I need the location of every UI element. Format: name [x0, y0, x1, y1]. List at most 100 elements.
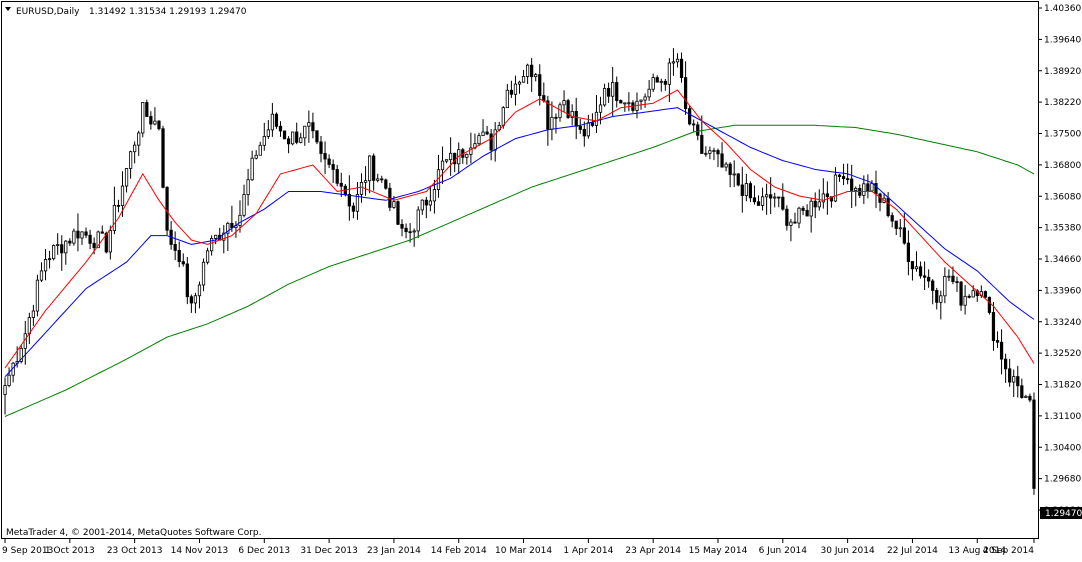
candle-body [266, 129, 270, 137]
candle-body [396, 201, 400, 225]
candle [1032, 392, 1036, 495]
candle-body [675, 58, 680, 63]
candle-body [663, 80, 667, 85]
current-price-tag: 1.29470 [1040, 507, 1082, 519]
candle-body [1004, 358, 1008, 370]
candle-body [1032, 399, 1036, 489]
x-tick-label: 31 Dec 2013 [300, 546, 358, 556]
candle-body [400, 223, 404, 229]
candle-body [910, 261, 915, 270]
candle-body [728, 163, 732, 175]
candle-body [862, 183, 866, 196]
candle-body [546, 100, 550, 130]
candle-body [700, 134, 704, 154]
candle-body [902, 227, 906, 244]
candle-body [627, 102, 631, 105]
candle-body [898, 227, 902, 230]
candle [274, 112, 279, 129]
candle-body [242, 194, 246, 216]
candle-body [906, 242, 911, 262]
candle-body [367, 155, 372, 182]
candle-body [846, 178, 850, 181]
candle-body [854, 187, 858, 191]
candle-body [412, 230, 416, 233]
x-tick-label: 10 Mar 2014 [495, 546, 552, 556]
candle-body [521, 76, 526, 83]
chart-window[interactable]: 1.40360 1.39640 1.38920 1.38220 1.37500 1.368… [0, 0, 1082, 558]
candle-body [80, 231, 84, 239]
candle-body [404, 227, 408, 233]
candle-body [748, 183, 753, 199]
candle-body [683, 77, 688, 109]
candle-body [655, 77, 659, 83]
candle-body [323, 153, 327, 160]
candle-body [52, 245, 56, 260]
candle-body [594, 111, 599, 126]
candle-body [534, 74, 538, 78]
candle-body [708, 150, 712, 154]
candle-body [376, 178, 380, 181]
candle-body [416, 209, 420, 232]
candle [185, 256, 189, 305]
candle-body [137, 132, 141, 146]
candle-body [31, 310, 35, 318]
candle-body [866, 183, 870, 192]
candle-body [489, 133, 493, 151]
y-tick-label: 1.31820 [1044, 381, 1081, 391]
candle-body [311, 122, 315, 132]
candle-body [732, 173, 736, 176]
candle-body [894, 220, 898, 229]
candle-body [100, 231, 104, 234]
candle-body [39, 270, 44, 281]
candle-body [185, 263, 189, 298]
candle-body [157, 120, 161, 130]
candle-body [623, 102, 627, 105]
candle-body [254, 154, 258, 159]
candle-body [481, 131, 485, 137]
candle-body [639, 99, 643, 102]
candle-body [299, 137, 303, 143]
candle-body [785, 208, 789, 226]
candle-body [955, 281, 959, 284]
candle-body [764, 194, 769, 198]
candle-body [752, 197, 757, 203]
candle-body [769, 194, 773, 199]
candle-body [918, 266, 923, 277]
x-tick-label: 22 Jul 2014 [887, 546, 938, 556]
candle-body [777, 196, 781, 199]
candle-body [197, 284, 202, 297]
candle-body [619, 100, 623, 104]
candle-body [449, 152, 453, 161]
candle-body [813, 200, 817, 208]
candle-body [1008, 368, 1012, 383]
candle-body [420, 199, 424, 211]
candle-body [825, 193, 829, 198]
candle-body [740, 184, 744, 196]
candle-body [744, 183, 748, 196]
price-chart[interactable]: 1.40360 1.39640 1.38920 1.38220 1.37500 1.368… [0, 0, 1082, 558]
candle-body [201, 261, 206, 286]
candle-body [444, 159, 449, 162]
candle [688, 105, 692, 126]
candle-body [347, 193, 351, 207]
candle-body [550, 116, 554, 130]
candle-body [995, 340, 1000, 343]
candle-body [339, 182, 343, 187]
candle-body [335, 169, 339, 184]
candle-body [47, 258, 52, 261]
candle-body [991, 312, 996, 341]
candle-body [578, 125, 582, 130]
candle-body [756, 201, 761, 206]
candle-body [1012, 376, 1016, 383]
candle-body [582, 129, 586, 137]
candle [161, 125, 165, 189]
candle-body [704, 152, 708, 155]
x-tick-label: 30 Jun 2014 [821, 546, 875, 556]
candle-body [562, 100, 566, 106]
candle [566, 98, 570, 120]
candle-body [424, 199, 428, 206]
candle-body [505, 89, 509, 109]
candle-body [64, 240, 68, 254]
candle-body [262, 136, 266, 146]
candle-body [145, 102, 149, 117]
